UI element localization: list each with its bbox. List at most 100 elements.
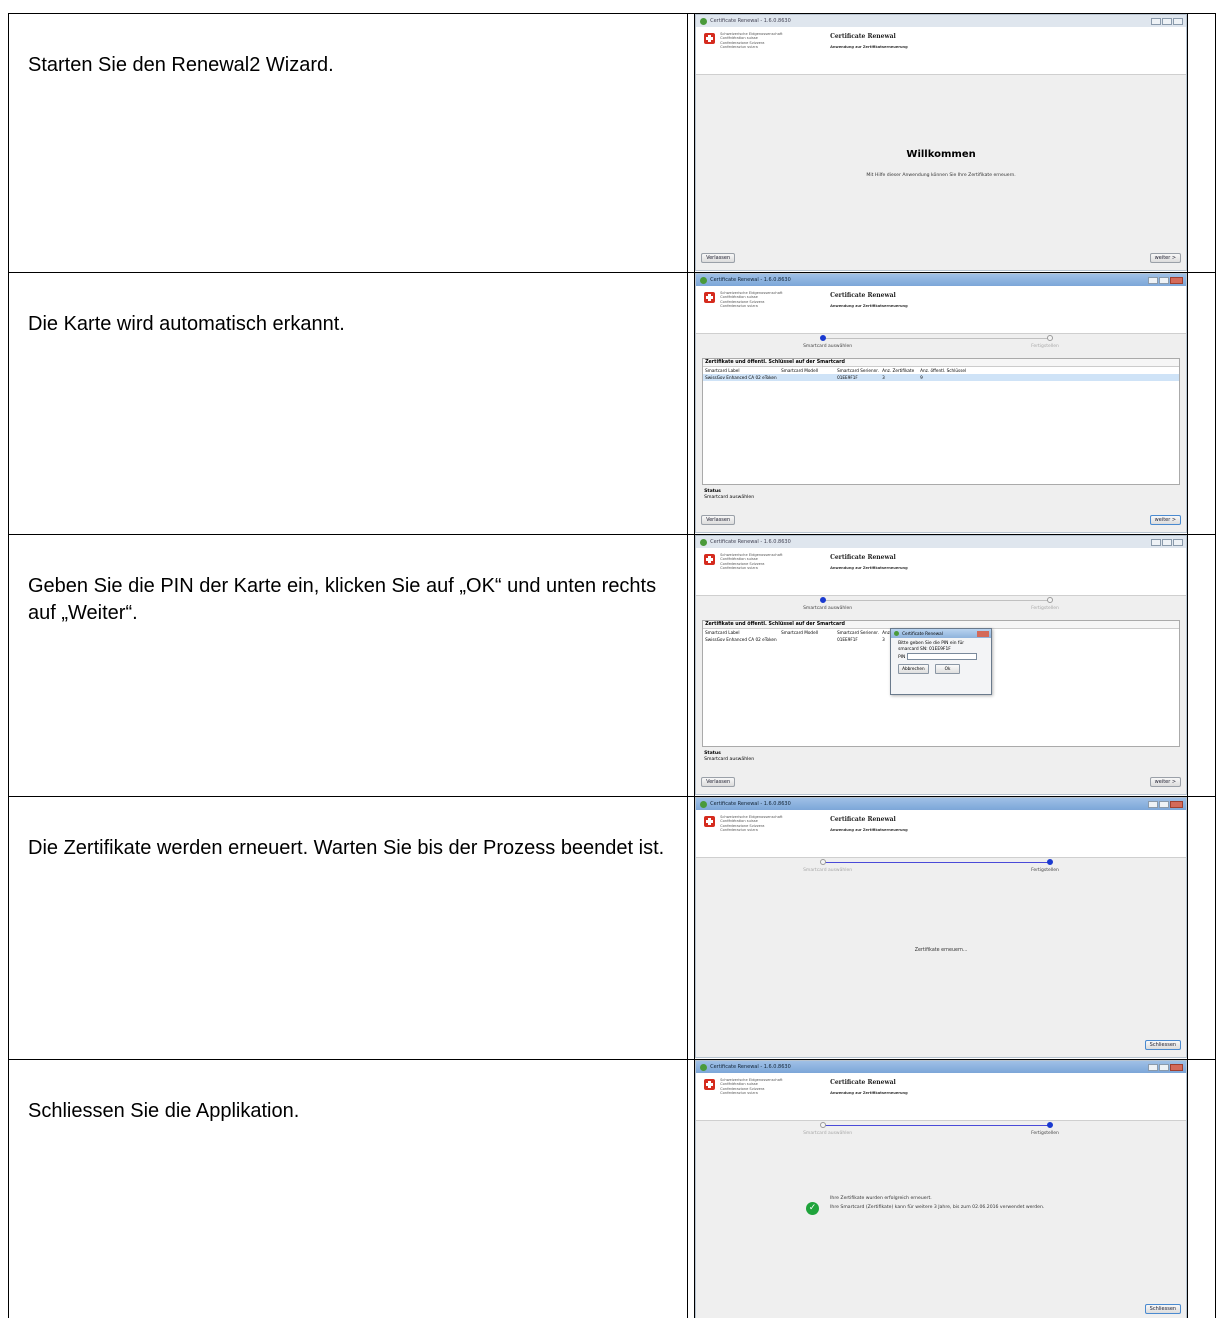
app-header: Schweizerische Eidgenossenschaft Confédér… xyxy=(696,27,1187,75)
swiss-flag-icon xyxy=(704,816,716,827)
wizard-stepper: Smartcard auswählen Fertigstellen xyxy=(696,334,1186,358)
status-area: Status Smartcard auswählen xyxy=(704,489,755,500)
cancel-button[interactable]: Abbrechen xyxy=(898,663,929,674)
swiss-flag-icon xyxy=(704,292,716,303)
screenshot-welcome: Certificate Renewal - 1.6.0.8630 Schweiz… xyxy=(694,13,1189,273)
step-label-select: Smartcard auswählen xyxy=(803,606,853,611)
close-icon[interactable] xyxy=(1173,538,1184,546)
close-icon[interactable] xyxy=(1173,17,1184,25)
pin-dialog-titlebar: Certificate Renewal xyxy=(891,629,992,638)
app-icon xyxy=(700,1063,708,1071)
welcome-text: Mit Hilfe dieser Anwendung können Sie Ih… xyxy=(866,173,1016,178)
leave-button[interactable]: Verlassen xyxy=(701,253,736,263)
step-row-2: Die Karte wird automatisch erkannt. Cert… xyxy=(7,272,1216,535)
step-dot-active xyxy=(1047,1122,1054,1128)
welcome-heading: Willkommen xyxy=(906,149,976,160)
step-label-finish: Fertigstellen xyxy=(1031,606,1059,611)
app-header: Schweizerische Eidgenossenschaft Confédér… xyxy=(696,548,1187,596)
success-message: Ihre Zertifikate wurden erfolgreich erne… xyxy=(830,1196,1045,1211)
swiss-flag-icon xyxy=(704,33,716,44)
step-label-finish: Fertigstellen xyxy=(1031,868,1059,873)
close-icon[interactable] xyxy=(977,630,990,637)
table-row[interactable]: SwissGov Enhanced CA 02 eToken01EE9F1F39 xyxy=(703,374,1180,381)
window-titlebar: Certificate Renewal - 1.6.0.8630 xyxy=(696,274,1187,286)
instruction-1: Starten Sie den Renewal2 Wizard. xyxy=(7,13,689,273)
app-title: Certificate Renewal xyxy=(830,816,896,823)
app-subtitle: Anwendung zur Zertifikatserneuerung xyxy=(830,566,908,570)
step-dot xyxy=(820,859,827,865)
confederation-text: Schweizerische Eidgenossenschaft Confédér… xyxy=(720,553,783,571)
app-icon xyxy=(700,538,708,546)
confederation-text: Schweizerische Eidgenossenschaft Confédér… xyxy=(720,32,783,50)
app-header: Schweizerische Eidgenossenschaft Confédér… xyxy=(696,810,1187,858)
status-area: Status Smartcard auswählen xyxy=(704,751,755,762)
next-button[interactable]: weiter > xyxy=(1149,777,1182,787)
maximize-icon[interactable] xyxy=(1162,538,1173,546)
next-button[interactable]: weiter > xyxy=(1149,515,1182,525)
app-title: Certificate Renewal xyxy=(830,33,896,40)
wizard-stepper: Smartcard auswählen Fertigstellen xyxy=(696,596,1186,620)
maximize-icon[interactable] xyxy=(1159,276,1170,284)
card-table-panel: Zertifikate und öffentl. Schlüssel auf d… xyxy=(702,358,1181,485)
minimize-icon[interactable] xyxy=(1148,276,1159,284)
close-icon[interactable] xyxy=(1170,276,1184,284)
app-title: Certificate Renewal xyxy=(830,1079,896,1086)
confederation-text: Schweizerische Eidgenossenschaft Confédér… xyxy=(720,815,783,833)
app-header: Schweizerische Eidgenossenschaft Confédér… xyxy=(696,1073,1187,1121)
window-titlebar: Certificate Renewal - 1.6.0.8630 xyxy=(696,1061,1187,1073)
pin-dialog: Certificate Renewal Bitte geben Sie die … xyxy=(890,628,993,695)
wizard-stepper: Smartcard auswählen Fertigstellen xyxy=(696,1121,1186,1145)
window-titlebar: Certificate Renewal - 1.6.0.8630 xyxy=(696,798,1187,810)
app-icon xyxy=(700,276,708,284)
leave-button[interactable]: Verlassen xyxy=(701,777,736,787)
minimize-icon[interactable] xyxy=(1151,17,1162,25)
card-table-heading: Zertifikate und öffentl. Schlüssel auf d… xyxy=(703,359,1180,367)
ok-button[interactable]: Ok xyxy=(934,663,961,674)
maximize-icon[interactable] xyxy=(1159,800,1170,808)
screenshot-pin-entry: Certificate Renewal - 1.6.0.8630 Schweiz… xyxy=(694,534,1189,797)
app-icon xyxy=(700,17,708,25)
step-row-5: Schliessen Sie die Applikation. Certific… xyxy=(7,1059,1216,1318)
screenshot-done: Certificate Renewal - 1.6.0.8630 Schweiz… xyxy=(694,1059,1189,1318)
swiss-flag-icon xyxy=(704,554,716,565)
app-icon xyxy=(700,800,708,808)
maximize-icon[interactable] xyxy=(1159,1063,1170,1071)
success-check-icon: ✓ xyxy=(806,1202,820,1215)
instruction-2: Die Karte wird automatisch erkannt. xyxy=(7,272,689,535)
step-row-3: Geben Sie die PIN der Karte ein, klicken… xyxy=(7,534,1216,797)
app-header: Schweizerische Eidgenossenschaft Confédér… xyxy=(696,286,1187,334)
leave-button[interactable]: Verlassen xyxy=(701,515,736,525)
app-title: Certificate Renewal xyxy=(830,292,896,299)
confederation-text: Schweizerische Eidgenossenschaft Confédér… xyxy=(720,1078,783,1096)
window-titlebar: Certificate Renewal - 1.6.0.8630 xyxy=(696,15,1187,27)
step-dot xyxy=(1047,335,1054,341)
app-subtitle: Anwendung zur Zertifikatserneuerung xyxy=(830,45,908,49)
step-dot-active xyxy=(820,597,827,603)
app-subtitle: Anwendung zur Zertifikatserneuerung xyxy=(830,304,908,308)
screenshot-renewing: Certificate Renewal - 1.6.0.8630 Schweiz… xyxy=(694,796,1189,1060)
app-subtitle: Anwendung zur Zertifikatserneuerung xyxy=(830,828,908,832)
next-button[interactable]: weiter > xyxy=(1149,253,1182,263)
step-dot xyxy=(1047,597,1054,603)
minimize-icon[interactable] xyxy=(1148,1063,1159,1071)
step-row-4: Die Zertifikate werden erneuert. Warten … xyxy=(7,796,1216,1060)
step-dot xyxy=(820,1122,827,1128)
step-label-select: Smartcard auswählen xyxy=(803,1131,853,1136)
minimize-icon[interactable] xyxy=(1148,800,1159,808)
close-icon[interactable] xyxy=(1170,1063,1184,1071)
confederation-text: Schweizerische Eidgenossenschaft Confédér… xyxy=(720,291,783,309)
close-button[interactable]: Schliessen xyxy=(1144,1304,1182,1314)
maximize-icon[interactable] xyxy=(1162,17,1173,25)
close-button[interactable]: Schliessen xyxy=(1144,1040,1182,1050)
swiss-flag-icon xyxy=(704,1079,716,1090)
step-label-finish: Fertigstellen xyxy=(1031,344,1059,349)
renewing-text: Zertifikate erneuern... xyxy=(914,948,968,953)
minimize-icon[interactable] xyxy=(1151,538,1162,546)
instruction-5: Schliessen Sie die Applikation. xyxy=(7,1059,689,1318)
step-dot-active xyxy=(820,335,827,341)
step-dot-active xyxy=(1047,859,1054,865)
pin-input[interactable] xyxy=(907,653,978,661)
close-icon[interactable] xyxy=(1170,800,1184,808)
wizard-stepper: Smartcard auswählen Fertigstellen xyxy=(696,858,1186,882)
step-label-finish: Fertigstellen xyxy=(1031,1131,1059,1136)
